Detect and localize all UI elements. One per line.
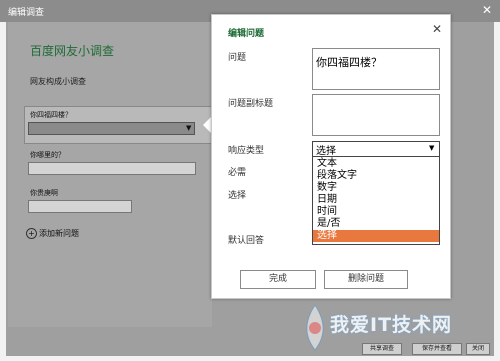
question-answer-dropdown[interactable] <box>28 122 195 135</box>
dialog-title: 编辑问题 <box>228 29 265 39</box>
subtitle-label: 问题副标题 <box>228 99 274 109</box>
share-survey-button[interactable]: 共享调查 <box>362 343 402 355</box>
dropdown-option[interactable]: 是/否 <box>313 218 439 230</box>
dropdown-option-selected[interactable]: 选择 <box>313 230 439 242</box>
response-type-label: 响应类型 <box>228 146 265 156</box>
dialog-close-icon[interactable]: ✕ <box>432 22 442 36</box>
question-label: 你贵庚啊 <box>30 189 58 197</box>
question-text-value: 你四福四楼？ <box>316 56 382 69</box>
add-question-label: 添加新问题 <box>39 229 79 238</box>
response-type-value: 选择 <box>316 146 336 157</box>
window-close-icon[interactable]: ✕ <box>482 3 492 17</box>
survey-title[interactable]: 百度网友小调查 <box>30 42 114 59</box>
dropdown-option[interactable]: 时间 <box>313 206 439 218</box>
dropdown-option[interactable]: 文本 <box>313 158 439 170</box>
watermark-text: 我爱IT技术网 <box>330 314 453 336</box>
dropdown-option[interactable]: 段落文字 <box>313 170 439 182</box>
window-title: 编辑调查 <box>8 8 45 18</box>
dropdown-option[interactable]: 数字 <box>313 182 439 194</box>
delete-question-button[interactable]: 删除问题 <box>324 270 408 289</box>
default-answer-label: 默认回答 <box>228 236 265 246</box>
survey-subtitle[interactable]: 网友构成小调查 <box>30 76 86 87</box>
choices-label: 选择 <box>228 191 247 201</box>
chevron-down-icon: ▼ <box>186 124 192 132</box>
chevron-down-icon: ▼ <box>429 144 435 152</box>
done-button[interactable]: 完成 <box>240 270 316 289</box>
question-answer-input[interactable] <box>28 200 132 213</box>
question-label: 你哪里的？ <box>30 151 65 159</box>
question-label: 你四福四楼？ <box>30 111 72 119</box>
plus-circle-icon: + <box>26 228 37 239</box>
required-label: 必需 <box>228 168 247 178</box>
subtitle-textarea[interactable] <box>312 94 440 136</box>
save-and-view-button[interactable]: 保存并查看 <box>412 343 462 355</box>
response-type-dropdown-list: 文本 段落文字 数字 日期 时间 是/否 选择 <box>312 156 440 245</box>
dropdown-option[interactable]: 日期 <box>313 194 439 206</box>
question-label: 问题 <box>228 53 247 63</box>
question-answer-input[interactable] <box>28 162 196 175</box>
add-question-button[interactable]: + 添加新问题 <box>26 228 79 239</box>
close-button[interactable]: 关闭 <box>466 343 490 355</box>
